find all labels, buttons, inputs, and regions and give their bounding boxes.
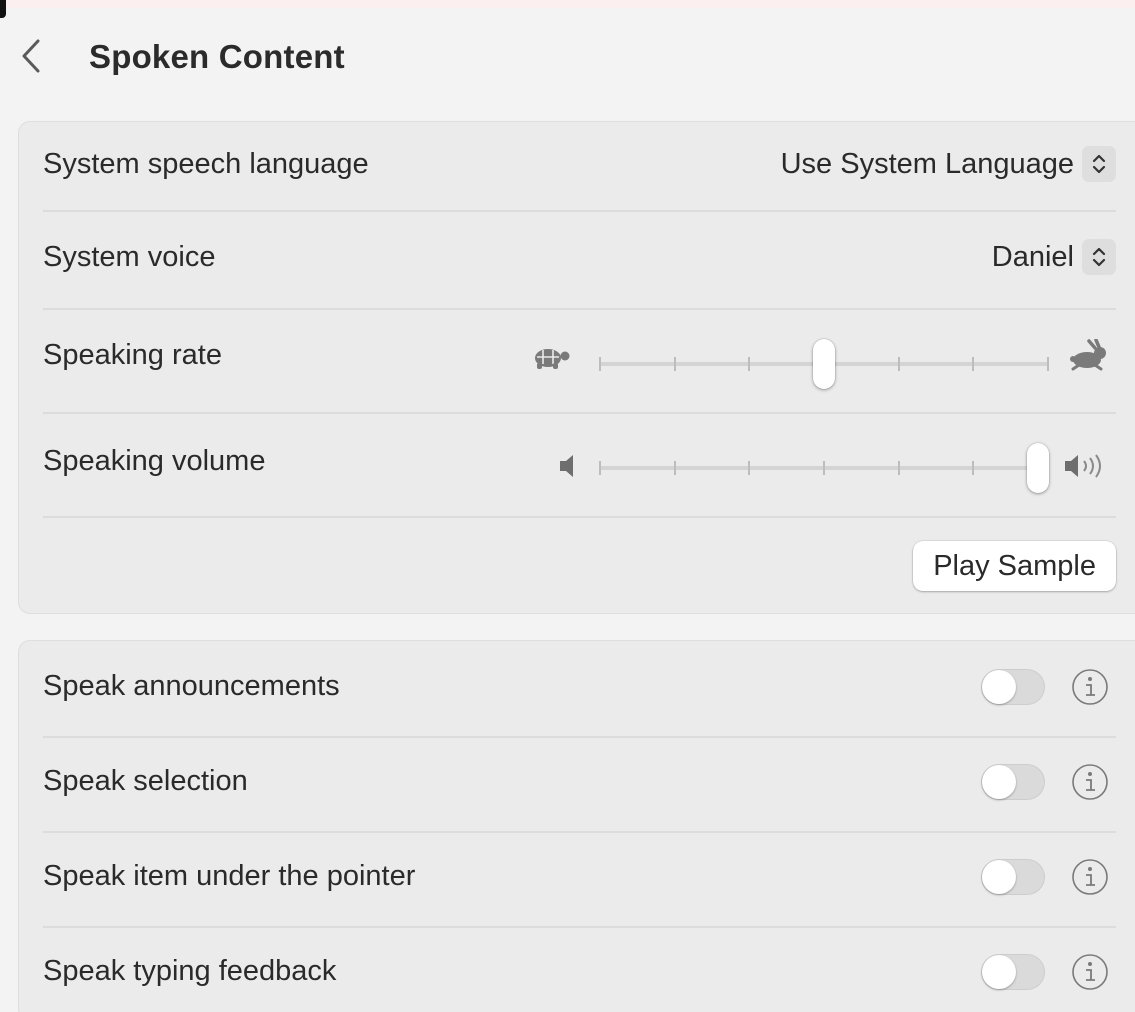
- speaking-rate-label: Speaking rate: [43, 339, 222, 371]
- option-toggle[interactable]: [981, 764, 1045, 800]
- system-voice-popup[interactable]: Daniel: [992, 239, 1116, 275]
- slider-tick: [823, 461, 825, 475]
- info-icon[interactable]: [1071, 953, 1109, 991]
- slider-tick: [673, 357, 676, 371]
- option-label: Speak announcements: [43, 670, 340, 702]
- chevron-updown-icon: [1082, 239, 1116, 275]
- speech-settings-group: System speech language Use System Langua…: [18, 121, 1135, 614]
- speech-language-value: Use System Language: [780, 147, 1074, 180]
- system-voice-value: Daniel: [991, 240, 1074, 273]
- cursor-fragment: [0, 0, 6, 18]
- slider-tick: [1047, 357, 1049, 371]
- speaking-volume-label: Speaking volume: [43, 445, 266, 477]
- option-toggle[interactable]: [981, 669, 1045, 705]
- spoken-content-window: Spoken Content System speech language Us…: [0, 0, 1135, 1012]
- option-toggle[interactable]: [981, 954, 1045, 990]
- window-edge: [0, 0, 1135, 8]
- slider-tick: [972, 357, 975, 371]
- page-title: Spoken Content: [89, 38, 345, 75]
- chevron-updown-icon: [1082, 146, 1116, 182]
- chevron-left-icon: [22, 39, 40, 73]
- system-voice-label: System voice: [43, 241, 216, 273]
- speak-options-group: Speak announcements Speak selection Speak …: [18, 640, 1135, 1012]
- toggle-knob: [982, 670, 1016, 704]
- slider-tick: [748, 461, 751, 475]
- option-row: Speak typing feedback: [43, 926, 1116, 1012]
- slider-tick: [972, 461, 975, 475]
- info-icon[interactable]: [1071, 763, 1109, 801]
- back-button[interactable]: [14, 36, 48, 76]
- option-label: Speak typing feedback: [43, 955, 337, 987]
- speaking-rate-slider[interactable]: [599, 339, 1049, 389]
- slider-tick: [599, 357, 601, 371]
- hare-icon: [1070, 339, 1106, 371]
- slider-tick: [897, 461, 900, 475]
- row-speaking-rate: Speaking rate: [43, 309, 1116, 412]
- toggle-knob: [982, 860, 1016, 894]
- toggle-knob: [982, 955, 1016, 989]
- speech-language-label: System speech language: [43, 148, 369, 180]
- option-label: Speak selection: [43, 765, 248, 797]
- slider-tick: [599, 461, 601, 475]
- slider-tick: [897, 357, 900, 371]
- header: Spoken Content: [0, 26, 1135, 86]
- info-icon[interactable]: [1071, 668, 1109, 706]
- row-speaking-volume: Speaking volume: [43, 413, 1116, 516]
- slider-thumb[interactable]: [813, 339, 835, 389]
- option-label: Speak item under the pointer: [43, 860, 416, 892]
- option-row: Speak announcements: [43, 641, 1116, 736]
- option-row: Speak selection: [43, 736, 1116, 831]
- option-toggle[interactable]: [981, 859, 1045, 895]
- slider-tick: [748, 357, 751, 371]
- row-speech-language: System speech language Use System Langua…: [43, 122, 1116, 210]
- turtle-icon: [535, 349, 570, 369]
- option-row: Speak item under the pointer: [43, 831, 1116, 926]
- row-play-sample: Play Sample: [43, 517, 1116, 613]
- speech-language-popup[interactable]: Use System Language: [781, 146, 1116, 182]
- speaker-high-icon: [1065, 454, 1101, 478]
- speaking-volume-slider[interactable]: [599, 443, 1049, 493]
- play-sample-button[interactable]: Play Sample: [913, 541, 1116, 591]
- slider-tick: [673, 461, 676, 475]
- info-icon[interactable]: [1071, 858, 1109, 896]
- row-system-voice: System voice Daniel: [43, 211, 1116, 308]
- speaker-low-icon: [560, 455, 573, 477]
- toggle-knob: [982, 765, 1016, 799]
- slider-thumb[interactable]: [1027, 443, 1049, 493]
